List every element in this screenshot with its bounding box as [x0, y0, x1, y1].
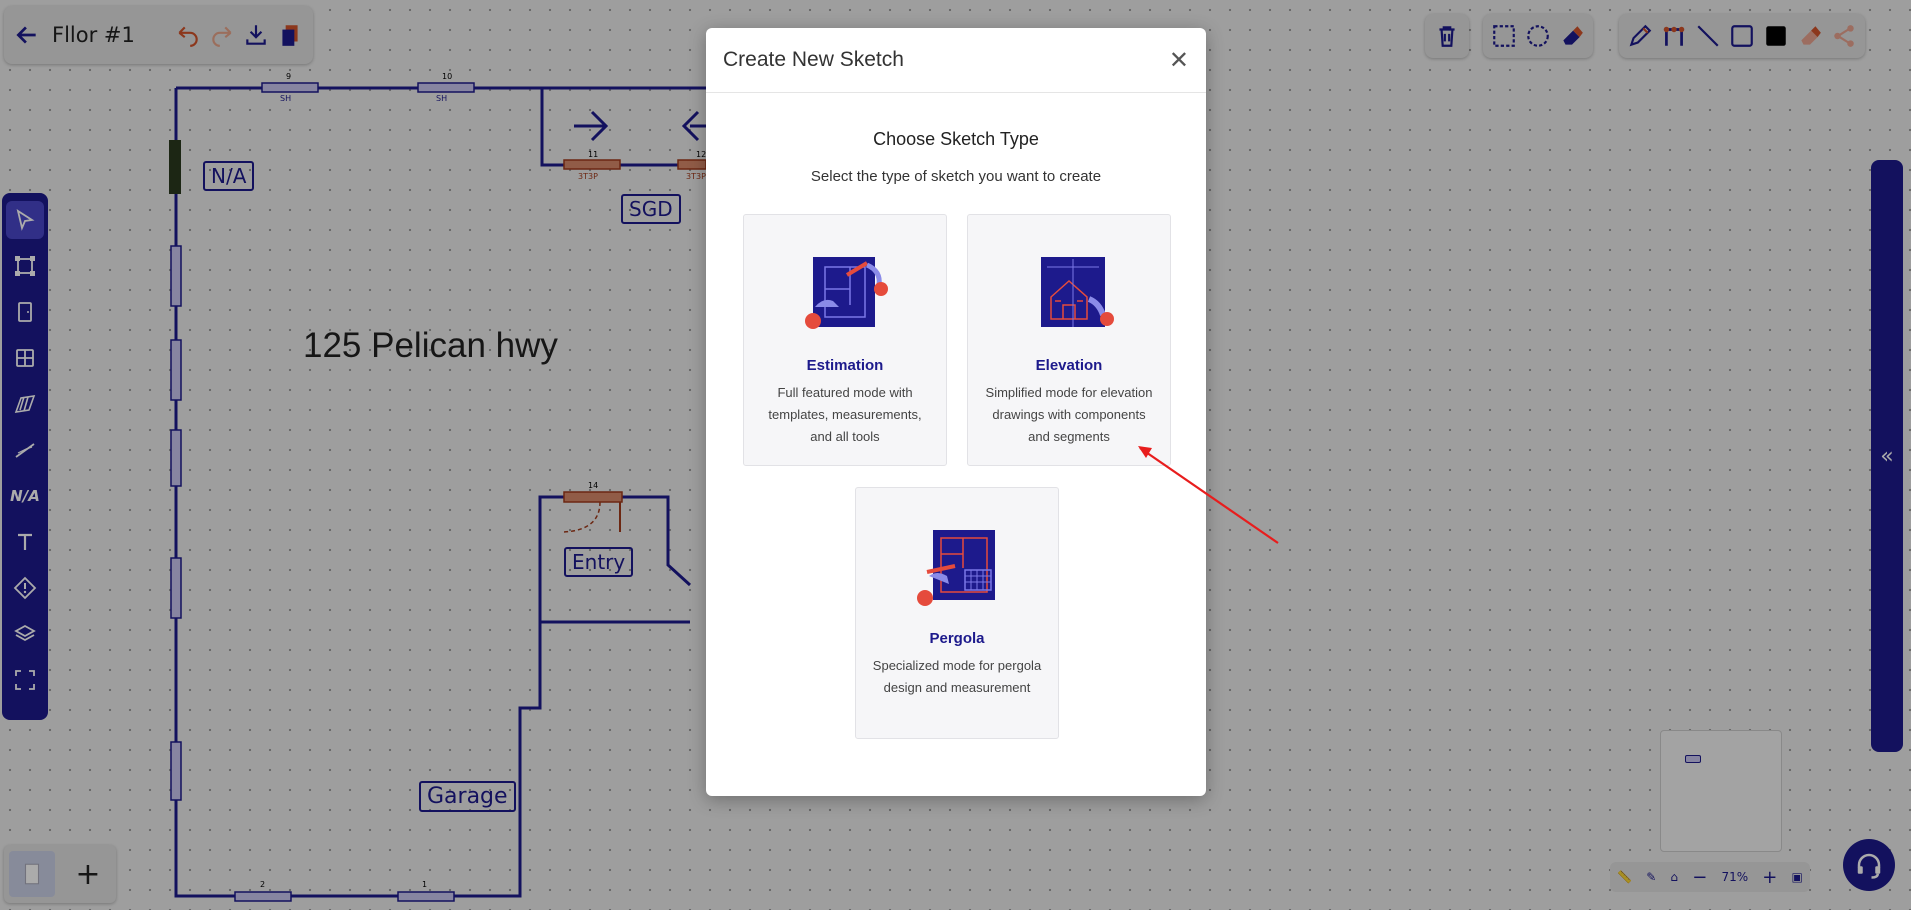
estimation-title: Estimation [806, 357, 884, 374]
elevation-illustration [1019, 245, 1119, 345]
elevation-option-card[interactable]: Elevation Simplified mode for elevation … [967, 214, 1171, 466]
elevation-description: Simplified mode for elevation drawings w… [985, 385, 1153, 444]
elevation-title: Elevation [1035, 357, 1103, 374]
pergola-description: Specialized mode for pergola design and … [872, 658, 1042, 695]
modal-header: Create New Sketch ✕ [706, 28, 1206, 93]
estimation-option-card[interactable]: Estimation Full featured mode with templ… [743, 214, 947, 466]
estimation-illustration [795, 245, 895, 345]
modal-subheading: Select the type of sketch you want to cr… [810, 168, 1102, 185]
pergola-option-card[interactable]: Pergola Specialized mode for pergola des… [855, 487, 1059, 739]
pergola-illustration [907, 518, 1007, 618]
pergola-title: Pergola [929, 630, 985, 647]
create-sketch-modal: Create New Sketch ✕ Choose Sketch Type S… [706, 28, 1206, 796]
modal-heading: Choose Sketch Type [873, 129, 1039, 149]
close-icon[interactable]: ✕ [1169, 46, 1189, 74]
modal-title: Create New Sketch [723, 48, 904, 71]
estimation-description: Full featured mode with templates, measu… [768, 385, 922, 444]
